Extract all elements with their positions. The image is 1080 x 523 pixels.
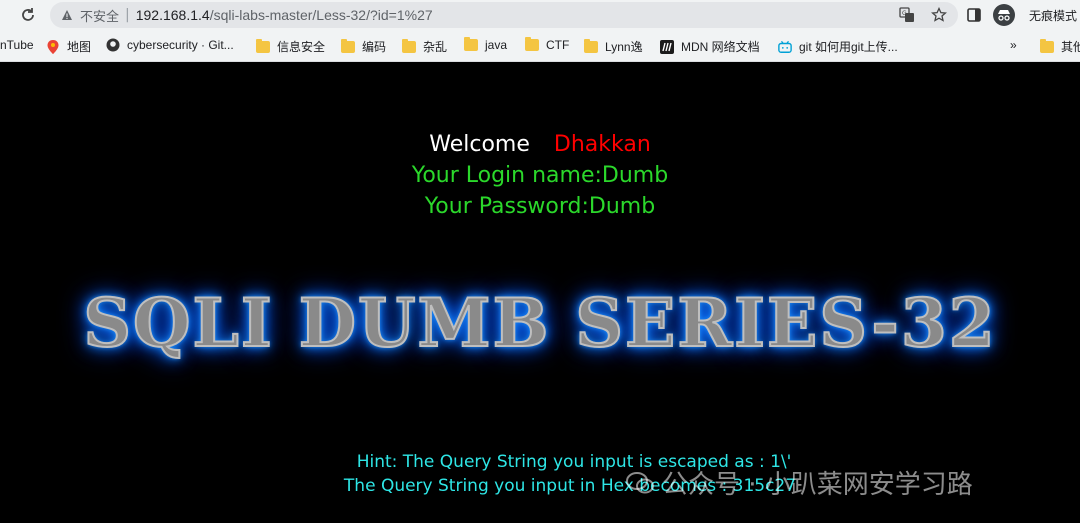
bookmark-label: nTube	[0, 38, 34, 52]
bilibili-icon	[778, 40, 792, 54]
bookmark-label: 其他	[1061, 40, 1080, 54]
folder-icon	[1040, 38, 1054, 53]
bookmark-item[interactable]: 编码	[341, 38, 386, 55]
bookmarks-bar: nTube 地图 cybersecurity · Git... 信息安全 编码 …	[0, 30, 1080, 62]
bookmark-item[interactable]: java	[464, 37, 508, 52]
login-name-line: Your Login name:Dumb	[411, 163, 669, 188]
url-host: 192.168.1.4	[135, 7, 210, 23]
bookmark-item[interactable]: 信息安全	[256, 38, 325, 55]
overflow-chevron: »	[1010, 38, 1017, 52]
folder-icon	[584, 38, 598, 53]
mdn-icon	[660, 39, 674, 54]
bookmark-label: cybersecurity · Git...	[127, 38, 234, 52]
folder-icon	[402, 38, 416, 53]
side-panel-icon[interactable]	[965, 6, 983, 24]
github-icon	[106, 38, 120, 52]
wechat-icon	[626, 471, 654, 495]
browser-toolbar: 不安全 | 192.168.1.4/sqli-labs-master/Less-…	[0, 0, 1080, 30]
bookmark-label: CTF	[546, 38, 570, 52]
bookmark-label: Lynn逸	[605, 40, 643, 54]
other-bookmarks[interactable]: 其他	[1040, 38, 1080, 55]
warning-icon	[60, 8, 74, 22]
welcome-line: Welcome Dhakkan	[0, 132, 1080, 157]
incognito-icon[interactable]	[993, 4, 1015, 26]
bookmark-item[interactable]: nTube	[0, 38, 34, 52]
bookmark-label: git 如何用git上传...	[799, 40, 898, 54]
folder-icon	[341, 38, 355, 53]
maps-icon	[46, 39, 60, 54]
password-line: Your Password:Dumb	[424, 194, 656, 219]
url-separator: |	[125, 7, 130, 23]
folder-icon	[464, 37, 478, 51]
bookmarks-overflow-button[interactable]: »	[1010, 38, 1017, 52]
translate-icon[interactable]: G	[898, 6, 916, 24]
reload-button[interactable]	[18, 5, 38, 25]
bookmark-item[interactable]: CTF	[525, 37, 570, 52]
bookmark-item[interactable]: MDN 网络文档	[660, 38, 760, 55]
watermark: 公众号 · 小趴菜网安学习路	[626, 464, 973, 501]
bookmark-label: 编码	[362, 40, 387, 54]
bookmark-label: java	[485, 38, 508, 52]
url-path: /sqli-labs-master/Less-32/?id=1%27	[209, 7, 433, 23]
svg-text:G: G	[902, 10, 907, 17]
bookmark-item[interactable]: git 如何用git上传...	[778, 38, 898, 55]
bookmark-star-icon[interactable]	[930, 6, 948, 24]
bookmark-item[interactable]: 地图	[46, 38, 91, 55]
reload-icon	[22, 8, 34, 21]
bookmark-item[interactable]: Lynn逸	[584, 38, 643, 55]
url-text[interactable]: 192.168.1.4/sqli-labs-master/Less-32/?id…	[136, 7, 433, 23]
welcome-label: Welcome	[429, 132, 530, 157]
insecure-label[interactable]: 不安全	[80, 6, 119, 25]
bookmark-label: 杂乱	[423, 40, 448, 54]
bookmark-label: 信息安全	[277, 40, 326, 54]
watermark-text: 公众号 · 小趴菜网安学习路	[662, 470, 973, 500]
bookmark-item[interactable]: cybersecurity · Git...	[106, 38, 234, 52]
bookmark-label: 地图	[67, 40, 92, 54]
address-bar[interactable]: 不安全 | 192.168.1.4/sqli-labs-master/Less-…	[50, 2, 958, 28]
page-content: Welcome Dhakkan Your Login name:Dumb Your…	[0, 62, 1080, 523]
incognito-label[interactable]: 无痕模式	[1029, 7, 1077, 24]
welcome-name: Dhakkan	[553, 132, 651, 157]
bookmark-label: MDN 网络文档	[681, 40, 760, 54]
series-banner: SQLI DUMB SERIES-32	[82, 283, 997, 363]
folder-icon	[525, 37, 539, 51]
bookmark-item[interactable]: 杂乱	[402, 38, 447, 55]
folder-icon	[256, 38, 270, 53]
